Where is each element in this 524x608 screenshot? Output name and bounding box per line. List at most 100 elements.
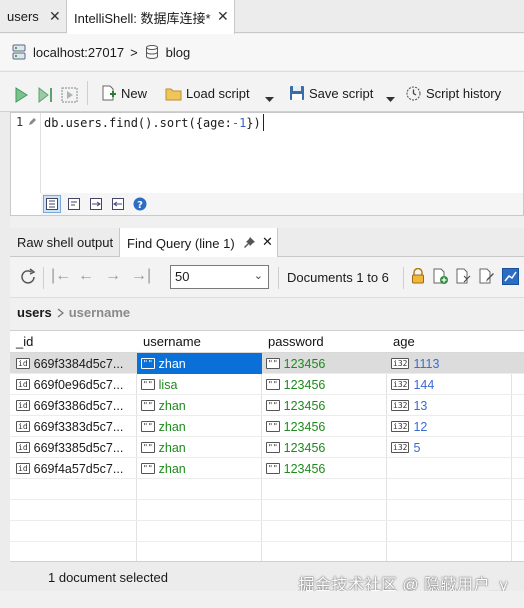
folder-icon [165,88,182,100]
script-editor[interactable]: 1 db.users.find().sort({age: -1}) ? [10,112,524,216]
close-icon[interactable]: ✕ [262,234,273,250]
username-cell[interactable]: "" zhan [141,418,261,435]
new-button[interactable]: New [100,82,147,104]
int-type-icon: i32 [391,379,410,390]
code-line[interactable]: db.users.find().sort({age: -1}) [44,114,264,131]
tab-raw-shell-output[interactable]: Raw shell output [10,228,120,257]
chevron-down-icon[interactable] [386,89,395,111]
layout-grid-icon[interactable] [43,195,61,213]
column-header[interactable]: username [143,334,201,349]
page-size-select[interactable]: 50 ⌄ [170,265,269,289]
table-row[interactable]: id 669f3384d5c7... "" zhan "" 123456 i32 111… [10,353,524,374]
close-icon[interactable]: ✕ [49,8,61,25]
password-cell[interactable]: "" 123456 [266,439,386,456]
run-line-icon[interactable] [37,84,55,106]
help-icon[interactable]: ? [131,195,149,213]
age-cell[interactable]: i32 1113 [391,355,511,372]
id-cell[interactable]: id 669f3383d5c7... [16,418,136,435]
table-row[interactable]: id 669f3383d5c7... "" zhan "" 123456 i32 12 [10,416,524,437]
layout-text-icon[interactable] [65,195,83,213]
chart-view-icon[interactable] [502,268,519,285]
password-cell[interactable]: "" 123456 [266,418,386,435]
password-cell[interactable]: "" 123456 [266,460,386,477]
empty-row [10,500,524,521]
database-name[interactable]: blog [166,45,191,60]
password-value: 123456 [283,377,326,392]
username-value: zhan [158,398,186,413]
column-header[interactable]: age [393,334,415,349]
column-header[interactable]: password [268,334,324,349]
username-cell[interactable]: "" zhan [141,397,261,414]
toolbar-divider [43,267,44,289]
svg-text:?: ? [137,200,143,211]
string-type-icon: "" [141,442,155,453]
username-value: lisa [158,377,178,392]
tab-intellishell[interactable]: IntelliShell: 数据库连接* ✕ [67,0,235,34]
int-type-icon: i32 [391,358,410,369]
grid-header: _id username password age [10,331,524,353]
int-type-icon: i32 [391,400,410,411]
connection-host[interactable]: localhost:27017 [33,45,124,60]
age-cell[interactable]: i32 5 [391,439,511,456]
objectid-type-icon: id [16,442,30,453]
tab-users[interactable]: users ✕ [0,0,67,33]
username-cell[interactable]: "" lisa [141,376,261,393]
username-cell[interactable]: "" zhan [137,353,262,374]
load-script-button[interactable]: Load script [165,82,250,104]
new-button-label: New [121,85,148,101]
lock-icon[interactable] [411,268,425,284]
objectid-type-icon: id [16,379,30,390]
chevron-down-icon[interactable] [265,89,274,111]
tab-find-query[interactable]: Find Query (line 1) ✕ [120,228,278,258]
age-cell[interactable]: i32 12 [391,418,511,435]
script-history-button[interactable]: Script history [405,82,501,104]
run-icon[interactable] [13,84,29,106]
tab-users-label: users [7,9,39,24]
code-text-end: }) [246,115,261,130]
layout-tree-icon[interactable] [87,195,105,213]
username-cell[interactable]: "" zhan [141,439,261,456]
add-document-icon[interactable] [432,268,449,285]
horizontal-scrollbar[interactable] [0,591,524,608]
new-document-icon [102,85,116,101]
result-toolbar: |← ← → →| 50 ⌄ Documents 1 to 6 [10,257,524,298]
id-cell[interactable]: id 669f3385d5c7... [16,439,136,456]
toolbar-divider [278,267,279,289]
id-value: 669f3384d5c7... [33,356,124,371]
first-page-icon[interactable]: |← [51,267,71,285]
run-selection-icon[interactable] [61,84,78,106]
edit-document-icon[interactable] [478,268,495,285]
string-type-icon: "" [266,400,280,411]
password-cell[interactable]: "" 123456 [266,397,386,414]
pin-icon[interactable] [244,237,255,248]
collection-name[interactable]: users [17,305,52,320]
id-cell[interactable]: id 669f4a57d5c7... [16,460,136,477]
close-icon[interactable]: ✕ [217,8,229,25]
column-header[interactable]: _id [16,334,33,349]
age-cell[interactable] [391,460,511,477]
previous-page-icon[interactable]: ← [78,267,94,285]
field-name[interactable]: username [69,305,130,320]
objectid-type-icon: id [16,358,30,369]
password-cell[interactable]: "" 123456 [266,355,386,372]
age-cell[interactable]: i32 144 [391,376,511,393]
age-cell[interactable]: i32 13 [391,397,511,414]
layout-json-icon[interactable] [109,195,127,213]
clone-document-icon[interactable] [455,268,472,285]
password-cell[interactable]: "" 123456 [266,376,386,393]
id-cell[interactable]: id 669f3386d5c7... [16,397,136,414]
table-row[interactable]: id 669f0e96d5c7... "" lisa "" 123456 i32 144 [10,374,524,395]
next-page-icon[interactable]: → [105,267,121,285]
refresh-icon[interactable] [19,268,37,286]
username-value: zhan [158,461,186,476]
save-script-button[interactable]: Save script [289,82,373,104]
table-row[interactable]: id 669f3385d5c7... "" zhan "" 123456 i32 5 [10,437,524,458]
username-cell[interactable]: "" zhan [141,460,261,477]
string-type-icon: "" [141,400,155,411]
table-row[interactable]: id 669f3386d5c7... "" zhan "" 123456 i32 13 [10,395,524,416]
id-cell[interactable]: id 669f0e96d5c7... [16,376,136,393]
last-page-icon[interactable]: →| [131,267,151,285]
id-cell[interactable]: id 669f3384d5c7... [16,355,136,372]
tab-raw-shell-label: Raw shell output [17,235,114,250]
table-row[interactable]: id 669f4a57d5c7... "" zhan "" 123456 [10,458,524,479]
